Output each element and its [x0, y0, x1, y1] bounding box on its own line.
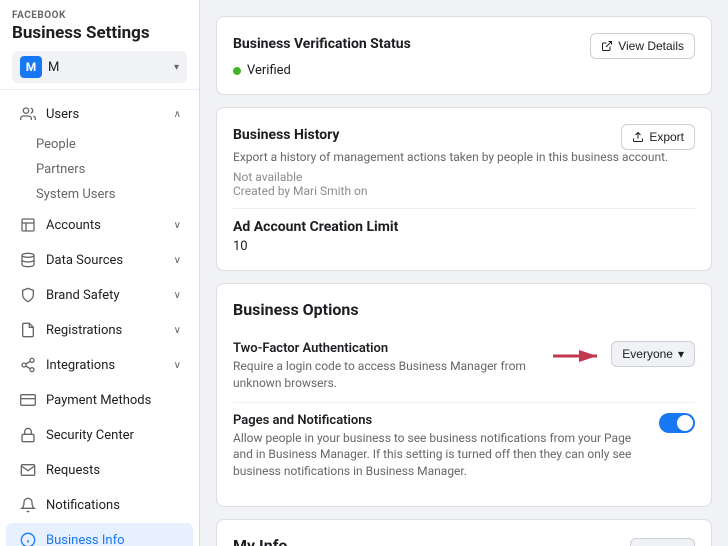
pages-notifications-toggle[interactable]: [659, 413, 695, 433]
verification-header: Business Verification Status View Detail…: [233, 33, 695, 59]
verification-title: Business Verification Status: [233, 36, 411, 52]
notifications-icon: [18, 495, 38, 515]
sidebar-item-people[interactable]: People: [36, 132, 199, 157]
accounts-label: Accounts: [46, 218, 174, 233]
brand-safety-label: Brand Safety: [46, 288, 174, 303]
requests-label: Requests: [46, 463, 181, 478]
brand-safety-arrow: ∨: [174, 290, 181, 301]
pages-notifications-info: Pages and Notifications Allow people in …: [233, 413, 659, 480]
users-label: Users: [46, 107, 174, 122]
two-factor-row: Two-Factor Authentication Require a logi…: [233, 331, 695, 403]
toggle-knob: [677, 415, 693, 431]
chevron-down-icon: ▾: [174, 62, 179, 73]
accounts-arrow: ∨: [174, 220, 181, 231]
history-card: Business History Export Export a history…: [216, 107, 712, 271]
pages-notifications-desc: Allow people in your business to see bus…: [233, 430, 647, 480]
registrations-arrow: ∨: [174, 325, 181, 336]
registrations-icon: [18, 320, 38, 340]
business-options-title: Business Options: [233, 300, 695, 319]
sidebar-item-business-info[interactable]: Business Info: [6, 523, 193, 546]
verified-dot: [233, 67, 241, 75]
business-info-icon: [18, 530, 38, 546]
ad-account-value: 10: [233, 239, 695, 254]
users-icon: [18, 104, 38, 124]
my-info-title: My Info: [233, 536, 287, 546]
data-sources-arrow: ∨: [174, 255, 181, 266]
sidebar-item-system-users[interactable]: System Users: [36, 182, 199, 207]
sidebar-item-notifications[interactable]: Notifications: [6, 488, 193, 522]
registrations-label: Registrations: [46, 323, 174, 338]
security-center-label: Security Center: [46, 428, 181, 443]
sidebar-item-registrations[interactable]: Registrations ∨: [6, 313, 193, 347]
sidebar-nav: Users ∧ People Partners System Users Acc…: [0, 90, 199, 546]
users-sub-nav: People Partners System Users: [0, 132, 199, 207]
business-options-card: Business Options Two-Factor Authenticati…: [216, 283, 712, 507]
verified-status: Verified: [247, 63, 291, 78]
pages-notifications-row: Pages and Notifications Allow people in …: [233, 403, 695, 490]
two-factor-dropdown[interactable]: Everyone ▾: [611, 341, 695, 367]
arrow-right-icon: [551, 341, 611, 371]
data-sources-label: Data Sources: [46, 253, 174, 268]
dropdown-chevron-icon: ▾: [678, 347, 684, 361]
security-center-icon: [18, 425, 38, 445]
users-arrow: ∧: [174, 109, 181, 120]
two-factor-desc: Require a login code to access Business …: [233, 358, 539, 392]
two-factor-label: Two-Factor Authentication: [233, 341, 539, 356]
integrations-label: Integrations: [46, 358, 174, 373]
history-desc: Export a history of management actions t…: [233, 150, 695, 164]
ad-account-title: Ad Account Creation Limit: [233, 219, 695, 235]
requests-icon: [18, 460, 38, 480]
sidebar-item-requests[interactable]: Requests: [6, 453, 193, 487]
sidebar-item-security-center[interactable]: Security Center: [6, 418, 193, 452]
biz-settings-title: Business Settings: [12, 23, 187, 43]
fb-label: FACEBOOK: [12, 10, 187, 21]
sidebar-item-partners[interactable]: Partners: [36, 157, 199, 182]
notifications-label: Notifications: [46, 498, 181, 513]
account-selector[interactable]: M M ▾: [12, 51, 187, 83]
sidebar-item-payment-methods[interactable]: Payment Methods: [6, 383, 193, 417]
payment-methods-icon: [18, 390, 38, 410]
integrations-icon: [18, 355, 38, 375]
sidebar-item-brand-safety[interactable]: Brand Safety ∨: [6, 278, 193, 312]
history-title: Business History: [233, 127, 339, 143]
history-header: Business History Export: [233, 124, 695, 150]
pages-notifications-label: Pages and Notifications: [233, 413, 647, 428]
sidebar: FACEBOOK Business Settings M M ▾ Users ∧…: [0, 0, 200, 546]
history-created-by: Created by Mari Smith on: [233, 184, 695, 198]
payment-methods-label: Payment Methods: [46, 393, 181, 408]
data-sources-icon: [18, 250, 38, 270]
sidebar-item-data-sources[interactable]: Data Sources ∨: [6, 243, 193, 277]
account-avatar: M: [20, 56, 42, 78]
main-content: Business Verification Status View Detail…: [200, 0, 728, 546]
account-name: M: [48, 60, 174, 75]
my-info-card: My Info Leave Name Mari Smith Edit Email: [216, 519, 712, 546]
view-details-button[interactable]: View Details: [590, 33, 695, 59]
sidebar-item-integrations[interactable]: Integrations ∨: [6, 348, 193, 382]
two-factor-info: Two-Factor Authentication Require a logi…: [233, 341, 551, 392]
history-not-available: Not available: [233, 170, 695, 184]
export-button[interactable]: Export: [621, 124, 695, 150]
sidebar-item-users[interactable]: Users ∧: [6, 97, 193, 131]
brand-safety-icon: [18, 285, 38, 305]
sidebar-header: FACEBOOK Business Settings M M ▾: [0, 0, 199, 90]
accounts-icon: [18, 215, 38, 235]
verification-card: Business Verification Status View Detail…: [216, 16, 712, 95]
leave-button[interactable]: Leave: [630, 538, 695, 546]
integrations-arrow: ∨: [174, 360, 181, 371]
my-info-header: My Info Leave: [233, 536, 695, 546]
business-info-label: Business Info: [46, 533, 181, 546]
sidebar-item-accounts[interactable]: Accounts ∨: [6, 208, 193, 242]
verified-row: Verified: [233, 63, 695, 78]
